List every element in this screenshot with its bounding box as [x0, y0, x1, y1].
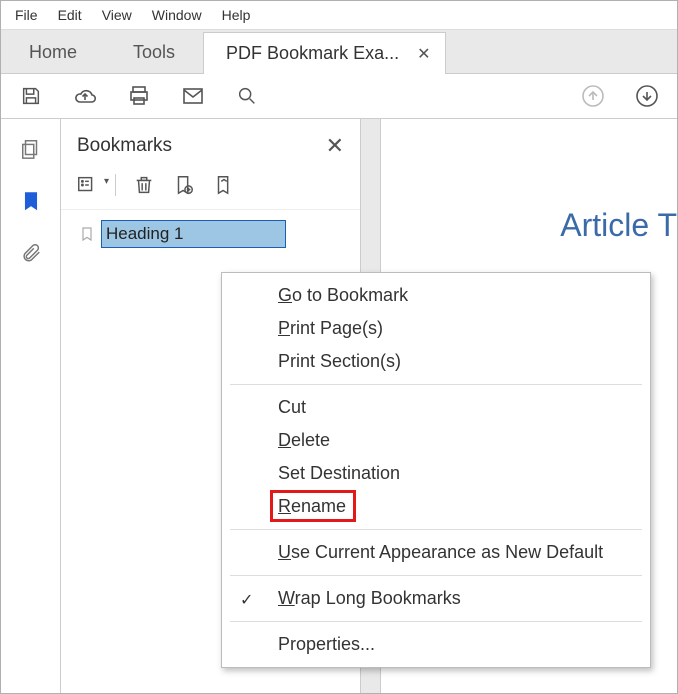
pages-icon[interactable]: [19, 137, 43, 161]
separator: [115, 174, 116, 196]
menu-view[interactable]: View: [92, 3, 142, 27]
cloud-upload-icon[interactable]: [73, 84, 97, 108]
menu-help[interactable]: Help: [212, 3, 261, 27]
tab-close-icon[interactable]: ✕: [417, 44, 430, 64]
context-rename[interactable]: Rename: [222, 490, 650, 523]
document-heading: Article T: [551, 207, 677, 244]
context-menu: Go to Bookmark Print Page(s) Print Secti…: [221, 272, 651, 668]
save-icon[interactable]: [19, 84, 43, 108]
context-wrap-long-bookmarks[interactable]: ✓Wrap Long Bookmarks: [222, 582, 650, 615]
menu-file[interactable]: File: [5, 3, 48, 27]
toolbar: [1, 74, 677, 119]
context-separator: [230, 529, 642, 530]
up-arrow-circle-icon[interactable]: [581, 84, 605, 108]
down-arrow-circle-icon[interactable]: [635, 84, 659, 108]
context-use-current-appearance[interactable]: Use Current Appearance as New Default: [222, 536, 650, 569]
context-separator: [230, 621, 642, 622]
context-separator: [230, 575, 642, 576]
tab-document-title: PDF Bookmark Exa...: [226, 43, 399, 64]
bookmarks-header: Bookmarks ✕: [61, 119, 360, 169]
bookmark-item[interactable]: Heading 1: [79, 220, 356, 248]
print-icon[interactable]: [127, 84, 151, 108]
new-bookmark-icon[interactable]: [172, 173, 196, 197]
context-properties[interactable]: Properties...: [222, 628, 650, 661]
context-delete[interactable]: Delete: [222, 424, 650, 457]
context-go-to-bookmark[interactable]: Go to Bookmark: [222, 279, 650, 312]
tab-home[interactable]: Home: [1, 30, 105, 73]
bookmarks-tree: Heading 1: [61, 210, 360, 252]
context-print-sections[interactable]: Print Section(s): [222, 345, 650, 378]
bookmark-label[interactable]: Heading 1: [101, 220, 286, 248]
trash-icon[interactable]: [132, 173, 156, 197]
attachments-icon[interactable]: [19, 241, 43, 265]
app-window: File Edit View Window Help Home Tools PD…: [0, 0, 678, 694]
check-icon: ✓: [240, 590, 253, 610]
context-set-destination[interactable]: Set Destination: [222, 457, 650, 490]
close-icon[interactable]: ✕: [326, 133, 344, 159]
options-icon[interactable]: ▾: [75, 173, 99, 197]
bookmark-structure-icon[interactable]: [212, 173, 236, 197]
left-rail: [1, 119, 61, 693]
menu-bar: File Edit View Window Help: [1, 1, 677, 30]
bookmarks-title: Bookmarks: [77, 135, 172, 157]
menu-window[interactable]: Window: [142, 3, 212, 27]
tab-bar: Home Tools PDF Bookmark Exa... ✕: [1, 30, 677, 74]
context-print-pages[interactable]: Print Page(s): [222, 312, 650, 345]
tab-document[interactable]: PDF Bookmark Exa... ✕: [203, 32, 445, 74]
context-separator: [230, 384, 642, 385]
bookmark-glyph-icon: [79, 225, 95, 243]
menu-edit[interactable]: Edit: [48, 3, 92, 27]
email-icon[interactable]: [181, 84, 205, 108]
bookmarks-toolbar: ▾: [61, 169, 360, 210]
zoom-icon[interactable]: [235, 84, 259, 108]
bookmarks-icon[interactable]: [19, 189, 43, 213]
context-cut[interactable]: Cut: [222, 391, 650, 424]
tab-tools[interactable]: Tools: [105, 30, 203, 73]
